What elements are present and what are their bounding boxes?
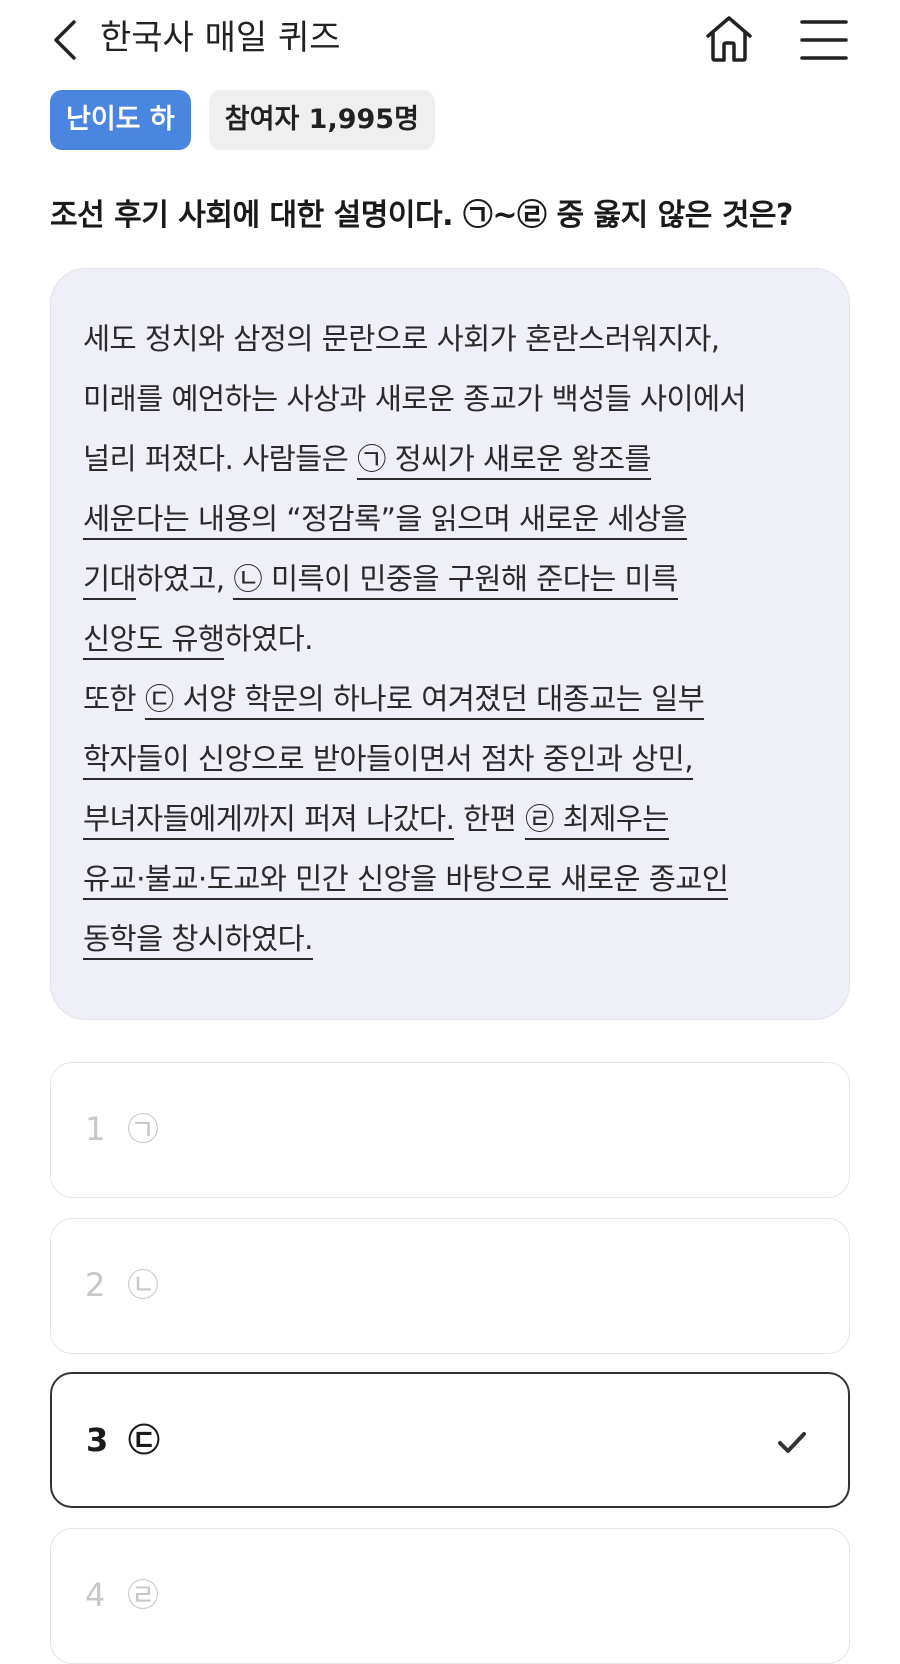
- answer-option-4[interactable]: 4 ㉣: [50, 1528, 850, 1664]
- passage-line: 기대하였고, ㉡ 미륵이 민중을 구원해 준다는 미륵: [83, 557, 678, 601]
- answer-option-2[interactable]: 2 ㉡: [50, 1218, 850, 1354]
- underlined-statement-c: 부녀자들에게까지 퍼져 나갔다.: [83, 802, 455, 840]
- underlined-statement-d: 유교·불교·도교와 민간 신앙을 바탕으로 새로운 종교인: [83, 862, 729, 900]
- checkmark-icon: [778, 1432, 806, 1453]
- passage-line: 널리 퍼졌다. 사람들은 ㉠ 정씨가 새로운 왕조를: [83, 437, 652, 481]
- passage-segment: 널리 퍼졌다. 사람들은: [83, 442, 357, 476]
- passage-line: 학자들이 신앙으로 받아들이면서 점차 중인과 상민,: [83, 737, 694, 781]
- passage-line: 신앙도 유행하였다.: [83, 617, 313, 661]
- answer-option-3[interactable]: 3 ㉢: [50, 1372, 850, 1508]
- option-label: ㉠: [127, 1110, 160, 1148]
- passage-segment: 미래를 예언하는 사상과 새로운 종교가 백성들 사이에서: [83, 382, 747, 416]
- underlined-statement-a: 기대: [83, 562, 137, 600]
- page-title: 한국사 매일 퀴즈: [100, 18, 341, 58]
- back-button[interactable]: [48, 16, 84, 64]
- passage-segment: 세도 정치와 삼정의 문란으로 사회가 혼란스러워지자,: [83, 322, 720, 356]
- underlined-statement-a: ㉠ 정씨가 새로운 왕조를: [356, 442, 652, 480]
- hamburger-menu-icon: [800, 20, 848, 60]
- option-label: ㉢: [128, 1421, 161, 1459]
- underlined-statement-d: 동학을 창시하였다.: [83, 922, 313, 960]
- passage-line: 또한 ㉢ 서양 학문의 하나로 여겨졌던 대종교는 일부: [83, 677, 705, 721]
- question-text: 조선 후기 사회에 대한 설명이다. ㉠~㉣ 중 옳지 않은 것은?: [50, 198, 793, 233]
- difficulty-badge: 난이도 하: [50, 90, 191, 150]
- option-label: ㉡: [127, 1266, 160, 1304]
- home-icon: [706, 16, 752, 62]
- chevron-left-icon: [54, 20, 76, 60]
- passage-segment: 한편: [454, 802, 525, 836]
- passage-line: 부녀자들에게까지 퍼져 나갔다. 한편 ㉣ 최제우는: [83, 797, 669, 841]
- option-label: ㉣: [127, 1576, 160, 1614]
- app-header: 한국사 매일 퀴즈: [0, 0, 900, 80]
- option-number: 4: [85, 1576, 106, 1614]
- passage-segment: 하였고,: [136, 562, 234, 596]
- passage-line: 동학을 창시하였다.: [83, 917, 313, 961]
- option-number: 1: [85, 1110, 106, 1148]
- underlined-statement-b: 신앙도 유행: [83, 622, 225, 660]
- option-number: 3: [86, 1421, 109, 1459]
- underlined-statement-b: ㉡ 미륵이 민중을 구원해 준다는 미륵: [233, 562, 678, 600]
- underlined-statement-c: 학자들이 신앙으로 받아들이면서 점차 중인과 상민,: [83, 742, 694, 780]
- passage-line: 미래를 예언하는 사상과 새로운 종교가 백성들 사이에서: [83, 377, 747, 421]
- underlined-statement-c: ㉢ 서양 학문의 하나로 여겨졌던 대종교는 일부: [144, 682, 705, 720]
- passage-box: 세도 정치와 삼정의 문란으로 사회가 혼란스러워지자, 미래를 예언하는 사상…: [50, 268, 850, 1020]
- participants-badge: 참여자 1,995명: [208, 90, 435, 150]
- underlined-statement-a: 세운다는 내용의 “정감록”을 읽으며 새로운 세상을: [83, 502, 688, 540]
- option-number: 2: [85, 1266, 106, 1304]
- passage-line: 세운다는 내용의 “정감록”을 읽으며 새로운 세상을: [83, 497, 688, 541]
- passage-segment: 또한: [83, 682, 145, 716]
- answer-option-1[interactable]: 1 ㉠: [50, 1062, 850, 1198]
- passage-line: 유교·불교·도교와 민간 신앙을 바탕으로 새로운 종교인: [83, 857, 729, 901]
- home-button[interactable]: [704, 14, 754, 64]
- passage-segment: 하였다.: [224, 622, 313, 656]
- underlined-statement-d: ㉣ 최제우는: [525, 802, 669, 840]
- menu-button[interactable]: [800, 18, 848, 62]
- passage-line: 세도 정치와 삼정의 문란으로 사회가 혼란스러워지자,: [83, 317, 720, 361]
- quiz-badges: 난이도 하 참여자 1,995명: [50, 90, 435, 150]
